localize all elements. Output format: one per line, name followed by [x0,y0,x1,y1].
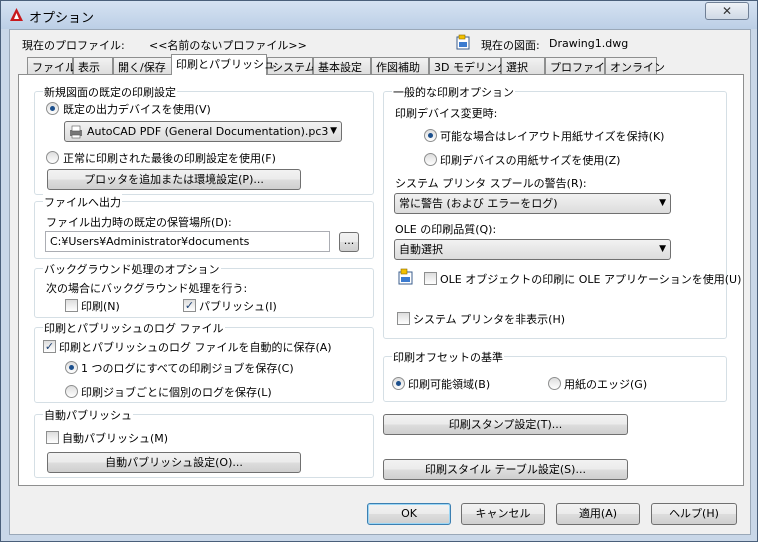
output-device-value: AutoCAD PDF (General Documentation).pc3 [87,125,329,138]
tab-selection[interactable]: 選択 [501,57,545,74]
spool-alert-value: 常に警告 (および エラーをログ) [399,197,558,210]
auto-publish-title: 自動パブリッシュ [43,407,133,423]
last-settings-radio[interactable] [46,151,59,164]
use-device-size-radio[interactable] [424,153,437,166]
autocad-logo-icon [10,8,23,21]
options-dialog: オプション ✕ 現在のプロファイル: <<名前のないプロファイル>> 現在の図面… [0,0,758,542]
apply-button[interactable]: 適用(A) [556,503,640,525]
printable-area-label: 印刷可能領域(B) [408,378,491,391]
hide-printers-label: システム プリンタを非表示(H) [413,313,566,326]
tab-user-preferences[interactable]: 基本設定 [313,57,371,74]
general-options-title: 一般的な印刷オプション [392,84,515,100]
auto-save-log-checkbox[interactable]: ✓ [43,340,56,353]
bg-publish-label: パブリッシュ(I) [199,300,277,313]
printable-area-radio[interactable] [392,377,405,390]
ole-app-checkbox[interactable] [424,272,437,285]
bg-plot-label: 印刷(N) [81,300,120,313]
drawing-label: 現在の図面: [481,39,540,52]
ok-button[interactable]: OK [367,503,451,525]
per-plot-log-radio[interactable] [65,385,78,398]
background-label: 次の場合にバックグラウンド処理を行う: [46,282,248,295]
chevron-down-icon: ▼ [330,126,337,136]
keep-layout-size-radio[interactable] [424,129,437,142]
background-title: バックグラウンド処理のオプション [43,261,221,277]
tab-profiles[interactable]: プロファイル [545,57,616,74]
plot-file-location-input[interactable]: C:¥Users¥Administrator¥documents [45,231,330,252]
chevron-down-icon: ▼ [659,244,666,254]
tab-file[interactable]: ファイル [27,57,76,74]
tab-display[interactable]: 表示 [73,57,113,74]
ole-application-icon [398,268,413,285]
last-settings-label: 正常に印刷された最後の印刷設定を使用(F) [63,152,276,165]
keep-layout-size-label: 可能な場合はレイアウト用紙サイズを保持(K) [440,130,665,143]
paper-edge-label: 用紙のエッジ(G) [564,378,648,391]
window-title: オプション [29,11,95,26]
chevron-down-icon: ▼ [659,198,666,208]
plot-stamp-settings-button[interactable]: 印刷スタンプ設定(T)... [383,414,628,435]
spool-alert-select[interactable]: 常に警告 (および エラーをログ) ▼ [394,193,671,214]
default-device-radio[interactable] [46,102,59,115]
device-change-label: 印刷デバイス変更時: [395,107,498,120]
one-log-radio[interactable] [65,361,78,374]
add-plotter-button[interactable]: プロッタを追加または環境設定(P)... [47,169,301,190]
bg-plot-checkbox[interactable] [65,299,78,312]
auto-publish-label: 自動パブリッシュ(M) [62,432,169,445]
title-bar: オプション ✕ [1,1,757,29]
plotter-icon [70,125,82,139]
plot-file-location-label: ファイル出力時の既定の保管場所(D): [46,216,232,229]
tab-drafting[interactable]: 作図補助 [371,57,429,74]
profile-label: 現在のプロファイル: [22,39,125,52]
plot-offset-title: 印刷オフセットの基準 [392,349,504,365]
new-drawing-title: 新規図面の既定の印刷設定 [43,84,177,100]
profile-value: <<名前のないプロファイル>> [149,39,307,52]
auto-publish-checkbox[interactable] [46,431,59,444]
cancel-button[interactable]: キャンセル [461,503,545,525]
tab-open-save[interactable]: 開く/保存 [113,57,173,74]
paper-edge-radio[interactable] [548,377,561,390]
bg-publish-checkbox[interactable]: ✓ [183,299,196,312]
drawing-icon [456,34,470,50]
per-plot-log-label: 印刷ジョブごとに個別のログを保存(L) [81,386,272,399]
help-button[interactable]: ヘルプ(H) [651,503,737,525]
one-log-label: 1 つのログにすべての印刷ジョブを保存(C) [81,362,294,375]
ole-quality-value: 自動選択 [399,243,443,256]
browse-button[interactable]: ... [339,232,359,252]
hide-printers-checkbox[interactable] [397,312,410,325]
drawing-value: Drawing1.dwg [549,37,629,50]
plot-to-file-title: ファイルへ出力 [43,194,122,210]
ole-quality-select[interactable]: 自動選択 ▼ [394,239,671,260]
default-device-label: 既定の出力デバイスを使用(V) [63,103,211,116]
tab-online[interactable]: オンライン [605,57,665,74]
use-device-size-label: 印刷デバイスの用紙サイズを使用(Z) [440,154,621,167]
auto-save-log-label: 印刷とパブリッシュのログ ファイルを自動的に保存(A) [59,341,332,354]
spool-alert-label: システム プリンタ スプールの警告(R): [395,177,587,190]
ole-quality-label: OLE の印刷品質(Q): [395,223,497,236]
tab-plot-publish[interactable]: 印刷とパブリッシュ [171,54,275,75]
tab-3d-modeling[interactable]: 3D モデリング [429,57,508,74]
close-button[interactable]: ✕ [705,2,749,20]
ole-app-label: OLE オブジェクトの印刷に OLE アプリケーションを使用(U) [440,273,742,286]
output-device-select[interactable]: AutoCAD PDF (General Documentation).pc3 … [64,121,342,142]
auto-publish-settings-button[interactable]: 自動パブリッシュ設定(O)... [47,452,301,473]
log-file-title: 印刷とパブリッシュのログ ファイル [43,320,225,336]
plot-style-table-settings-button[interactable]: 印刷スタイル テーブル設定(S)... [383,459,628,480]
